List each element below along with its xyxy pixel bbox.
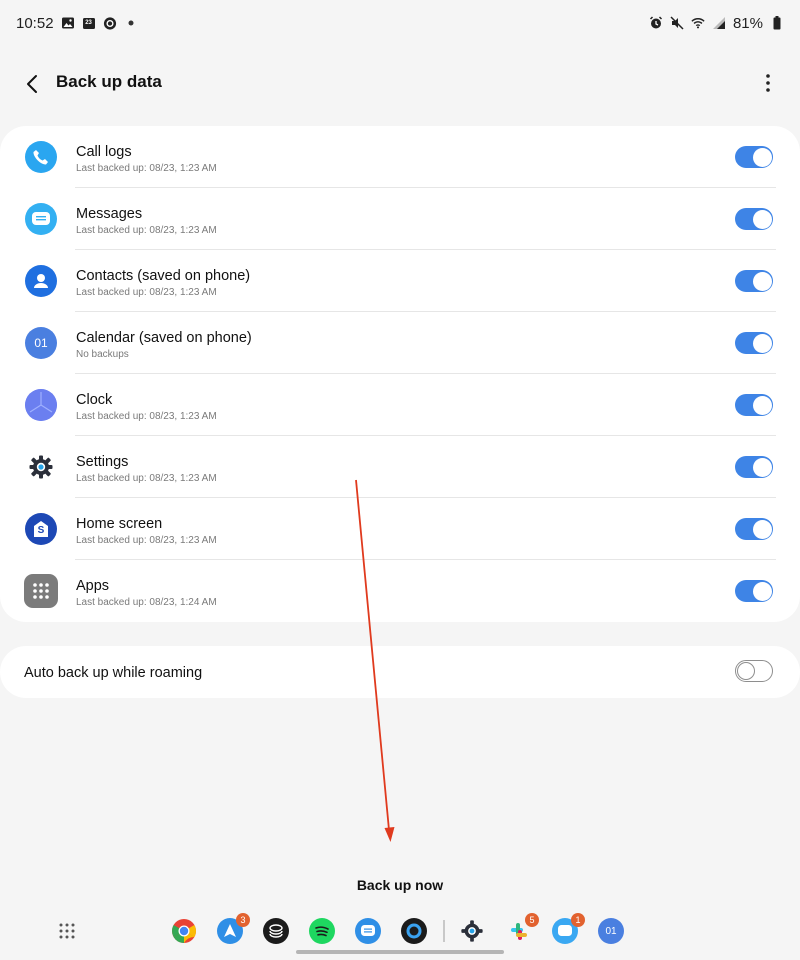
roaming-toggle[interactable] bbox=[735, 660, 773, 682]
chevron-left-icon bbox=[27, 75, 37, 93]
roaming-label: Auto back up while roaming bbox=[24, 665, 203, 681]
item-subtitle: Last backed up: 08/23, 1:24 AM bbox=[76, 597, 217, 608]
status-bar: 10:52 23 81% bbox=[0, 0, 800, 46]
navigation-icon[interactable]: 3 bbox=[217, 913, 250, 944]
more-vert-icon bbox=[766, 74, 770, 92]
clock-icon bbox=[25, 389, 57, 421]
item-title: Call logs bbox=[76, 144, 132, 160]
toggle-knob bbox=[736, 661, 755, 680]
settings-app-icon[interactable] bbox=[459, 918, 485, 944]
taskbar: 3 5 1 01 bbox=[0, 910, 800, 954]
chrome-icon[interactable] bbox=[171, 918, 197, 944]
item-subtitle: No backups bbox=[76, 349, 129, 360]
camera-app-icon[interactable] bbox=[401, 918, 427, 944]
toggle-knob bbox=[752, 271, 772, 291]
chat-app-icon[interactable]: 1 bbox=[552, 913, 585, 944]
record-icon bbox=[103, 16, 117, 30]
app-bar: Back up data bbox=[0, 60, 800, 106]
contacts-icon bbox=[25, 265, 57, 297]
status-calendar-day: 23 bbox=[85, 20, 92, 26]
slack-icon[interactable]: 5 bbox=[506, 913, 539, 944]
page-title: Back up data bbox=[56, 72, 162, 91]
calendar-icon: 23 bbox=[82, 16, 96, 30]
spotify-icon[interactable] bbox=[309, 918, 335, 944]
dot-icon bbox=[124, 16, 138, 30]
wifi-icon bbox=[691, 16, 705, 30]
toggle-knob bbox=[752, 457, 772, 477]
item-home-screen[interactable]: S Home screen Last backed up: 08/23, 1:2… bbox=[0, 498, 800, 560]
item-subtitle: Last backed up: 08/23, 1:23 AM bbox=[76, 163, 217, 174]
status-time: 10:52 bbox=[16, 14, 54, 32]
messages-icon bbox=[25, 203, 57, 235]
item-settings[interactable]: Settings Last backed up: 08/23, 1:23 AM bbox=[0, 436, 800, 498]
chat-badge: 1 bbox=[571, 913, 585, 927]
item-subtitle: Last backed up: 08/23, 1:23 AM bbox=[76, 473, 217, 484]
item-title: Calendar (saved on phone) bbox=[76, 330, 252, 346]
navigation-badge: 3 bbox=[236, 913, 250, 927]
item-call-logs[interactable]: Call logs Last backed up: 08/23, 1:23 AM bbox=[0, 126, 800, 188]
calendar-app-label: 01 bbox=[605, 925, 617, 937]
item-title: Settings bbox=[76, 454, 129, 470]
backup-items-card: Call logs Last backed up: 08/23, 1:23 AM… bbox=[0, 126, 800, 622]
item-subtitle: Last backed up: 08/23, 1:23 AM bbox=[76, 225, 217, 236]
alarm-icon bbox=[649, 16, 663, 30]
item-title: Apps bbox=[76, 578, 110, 594]
toggle-knob bbox=[752, 581, 772, 601]
apps-grid-icon bbox=[24, 574, 58, 608]
gallery-icon bbox=[61, 16, 75, 30]
apps-toggle[interactable] bbox=[735, 580, 773, 602]
home-indicator[interactable] bbox=[296, 950, 504, 954]
calendar-toggle[interactable] bbox=[735, 332, 773, 354]
toggle-knob bbox=[752, 395, 772, 415]
item-contacts[interactable]: Contacts (saved on phone) Last backed up… bbox=[0, 250, 800, 312]
item-messages[interactable]: Messages Last backed up: 08/23, 1:23 AM bbox=[0, 188, 800, 250]
slack-badge: 5 bbox=[525, 913, 539, 927]
calendar-icon-label: 01 bbox=[34, 336, 48, 350]
item-subtitle: Last backed up: 08/23, 1:23 AM bbox=[76, 411, 217, 422]
roaming-card[interactable]: Auto back up while roaming bbox=[0, 646, 800, 698]
calendar-icon: 01 bbox=[25, 327, 57, 359]
item-title: Home screen bbox=[76, 516, 163, 532]
item-clock[interactable]: Clock Last backed up: 08/23, 1:23 AM bbox=[0, 374, 800, 436]
item-title: Clock bbox=[76, 392, 113, 408]
calendar-app-icon[interactable]: 01 bbox=[598, 918, 624, 944]
item-calendar[interactable]: 01 Calendar (saved on phone) No backups bbox=[0, 312, 800, 374]
battery-icon bbox=[770, 16, 784, 30]
item-apps[interactable]: Apps Last backed up: 08/23, 1:24 AM bbox=[0, 560, 800, 622]
item-title: Contacts (saved on phone) bbox=[76, 268, 251, 284]
mute-icon bbox=[670, 16, 684, 30]
call-logs-toggle[interactable] bbox=[735, 146, 773, 168]
home-screen-toggle[interactable] bbox=[735, 518, 773, 540]
settings-toggle[interactable] bbox=[735, 456, 773, 478]
home-screen-icon-label: S bbox=[37, 525, 45, 536]
taskbar-separator bbox=[443, 920, 445, 942]
back-up-now-button[interactable]: Back up now bbox=[330, 870, 470, 900]
clock-toggle[interactable] bbox=[735, 394, 773, 416]
phone-icon bbox=[25, 141, 57, 173]
more-options-button[interactable] bbox=[754, 69, 782, 97]
toggle-knob bbox=[752, 209, 772, 229]
app-drawer-icon[interactable] bbox=[54, 918, 80, 944]
toggle-knob bbox=[752, 519, 772, 539]
stack-app-icon[interactable] bbox=[263, 918, 289, 944]
messages-app-icon[interactable] bbox=[355, 918, 381, 944]
back-button[interactable] bbox=[18, 70, 46, 98]
contacts-toggle[interactable] bbox=[735, 270, 773, 292]
item-subtitle: Last backed up: 08/23, 1:23 AM bbox=[76, 287, 217, 298]
battery-percent: 81% bbox=[732, 14, 763, 32]
home-screen-icon: S bbox=[25, 513, 57, 545]
gear-icon bbox=[25, 451, 57, 483]
item-title: Messages bbox=[76, 206, 143, 222]
signal-icon bbox=[712, 16, 726, 30]
toggle-knob bbox=[752, 147, 772, 167]
messages-toggle[interactable] bbox=[735, 208, 773, 230]
item-subtitle: Last backed up: 08/23, 1:23 AM bbox=[76, 535, 217, 546]
toggle-knob bbox=[752, 333, 772, 353]
